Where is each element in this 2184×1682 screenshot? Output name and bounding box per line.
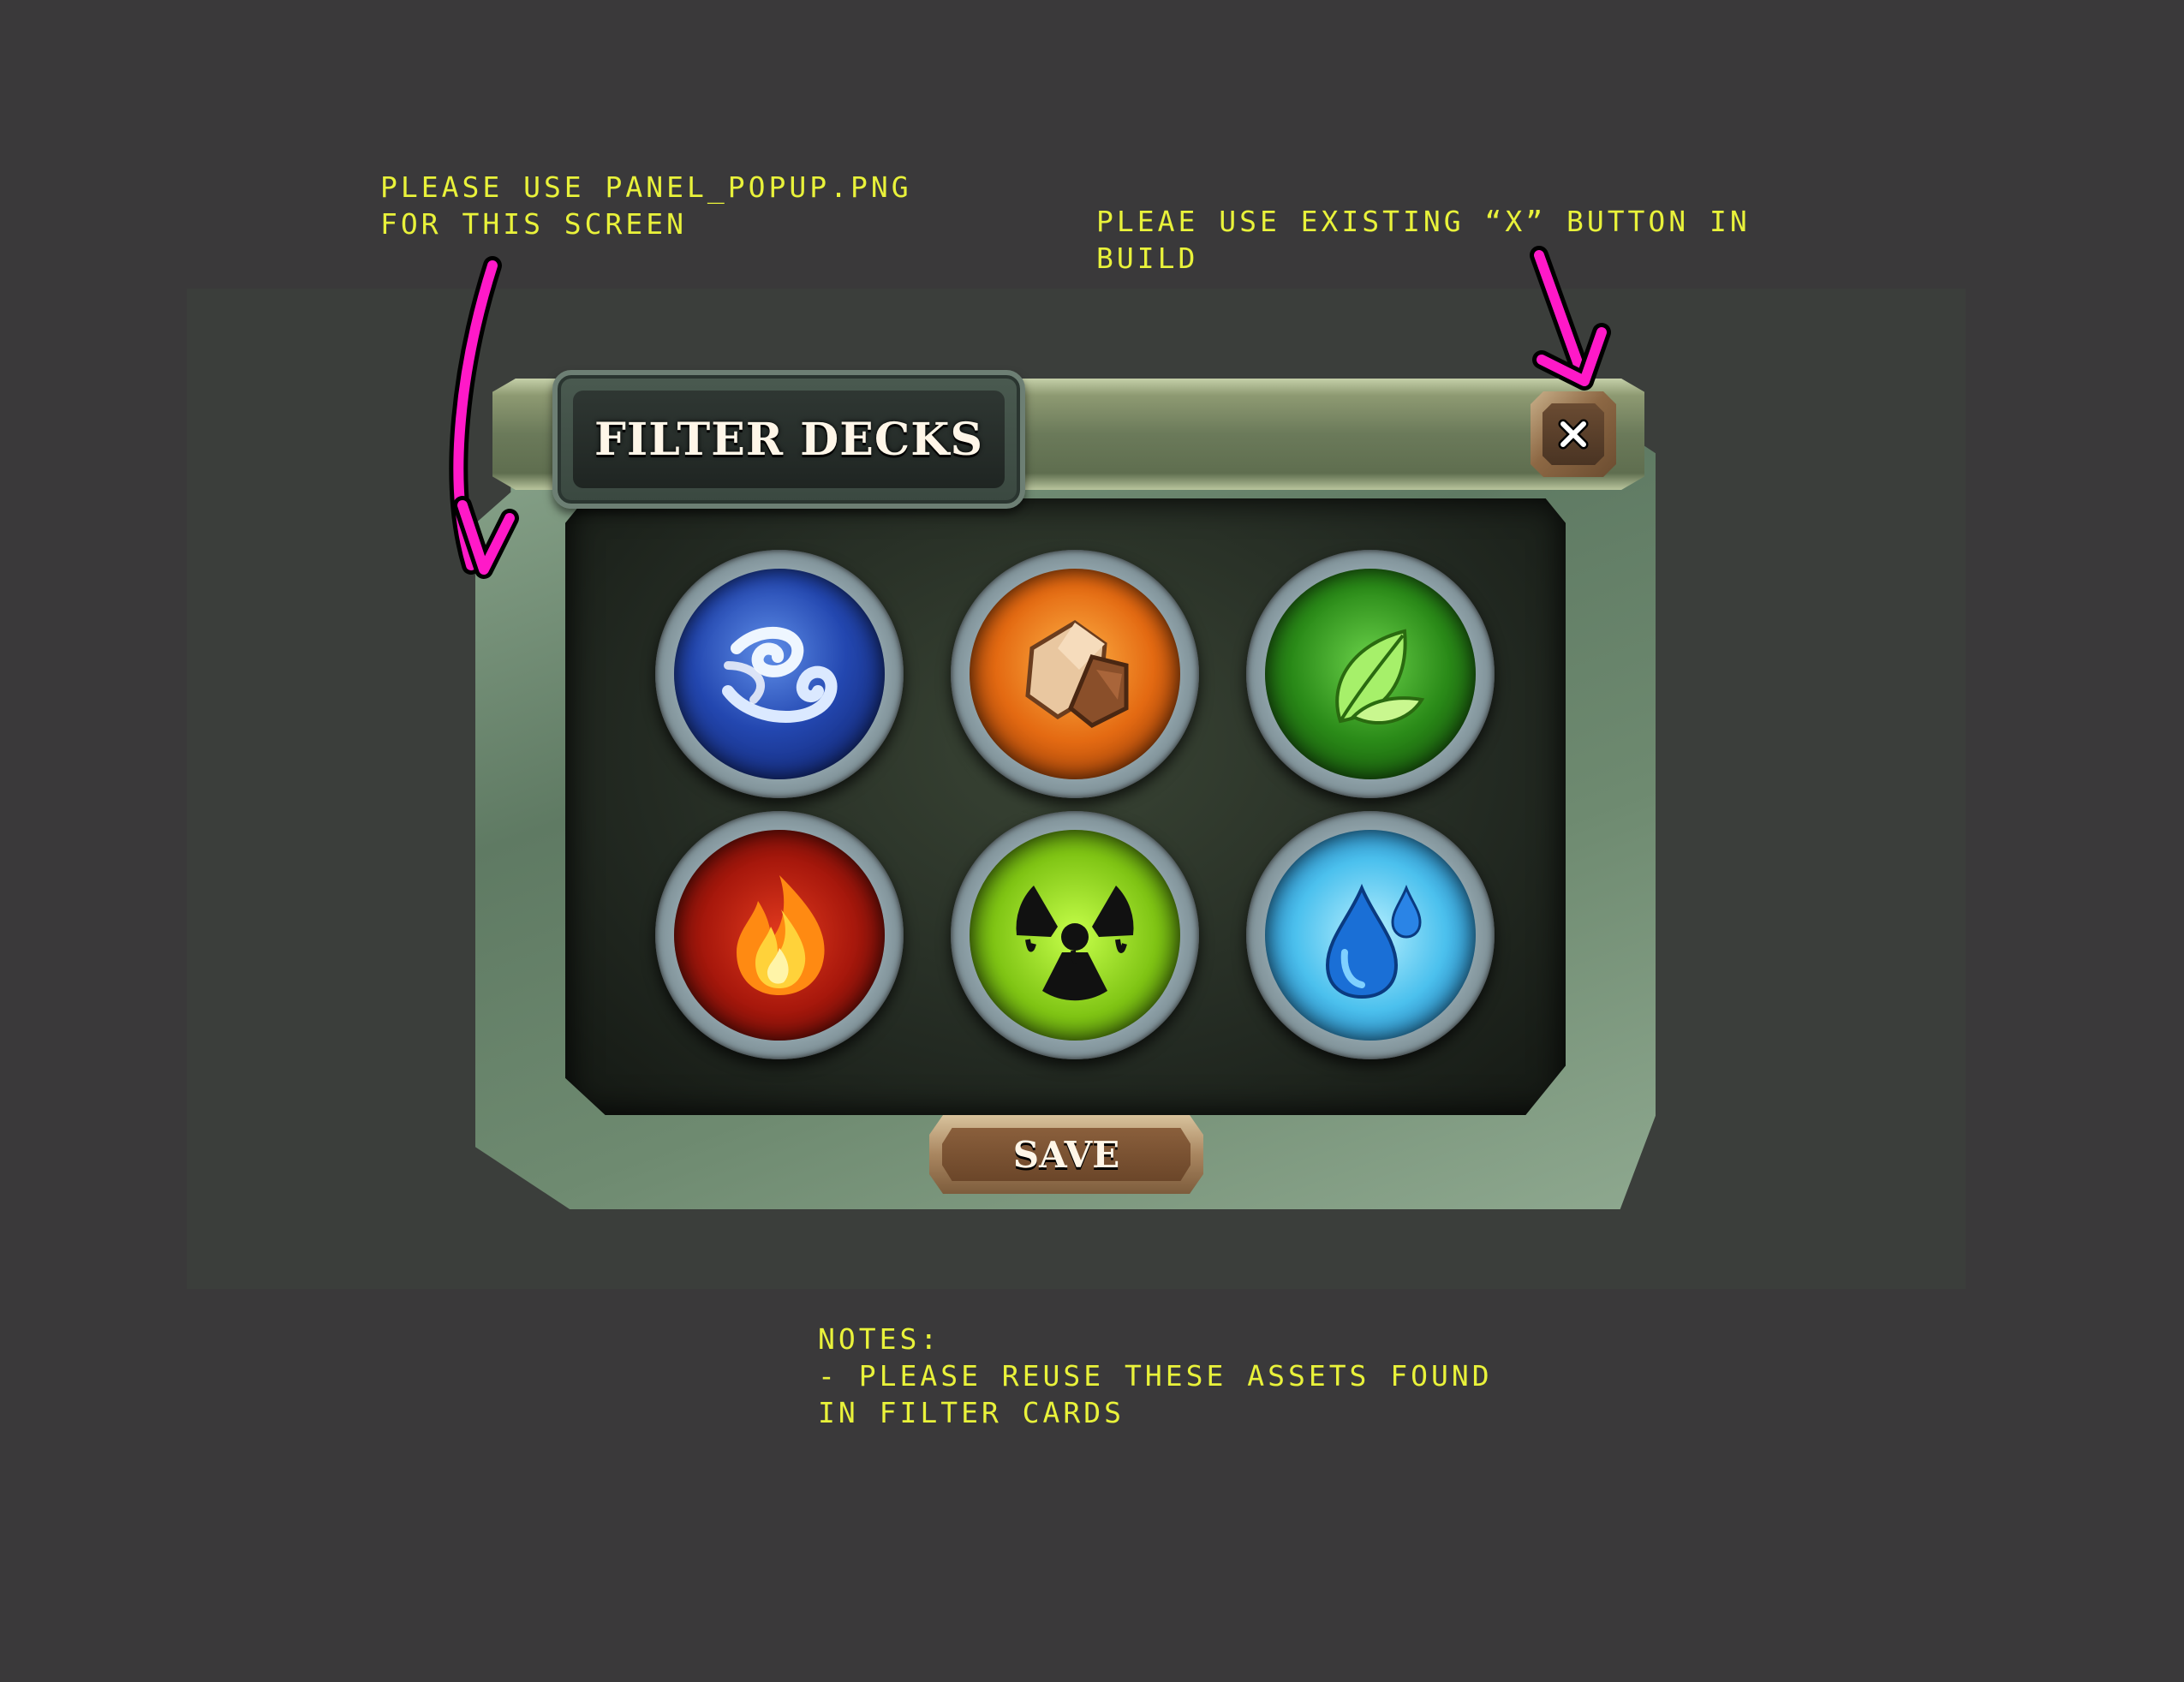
nature-icon <box>1265 569 1476 779</box>
filter-earth-button[interactable] <box>951 550 1199 798</box>
filter-radiation-button[interactable] <box>951 811 1199 1059</box>
filter-water-button[interactable] <box>1246 811 1495 1059</box>
annotation-notes: NOTES: - PLEASE REUSE THESE ASSETS FOUND… <box>818 1322 1493 1429</box>
water-icon <box>1265 830 1476 1041</box>
radiation-icon <box>970 830 1180 1041</box>
earth-icon <box>970 569 1180 779</box>
filter-decks-dialog: FILTER DECKS SAVE <box>475 370 1656 1209</box>
annotation-panel-note: PLEASE USE PANEL_POPUP.PNG FOR THIS SCRE… <box>380 170 912 241</box>
filter-nature-button[interactable] <box>1246 550 1495 798</box>
fire-icon <box>674 830 885 1041</box>
save-button-label: SAVE <box>1012 1133 1120 1176</box>
annotation-close-button-note: PLEAE USE EXISTING “X” BUTTON IN BUILD <box>1096 205 1751 275</box>
filter-air-button[interactable] <box>655 550 904 798</box>
air-icon <box>674 569 885 779</box>
save-button[interactable]: SAVE <box>929 1115 1203 1194</box>
close-icon <box>1558 419 1589 450</box>
filter-fire-button[interactable] <box>655 811 904 1059</box>
dialog-title: FILTER DECKS <box>594 413 984 466</box>
close-button[interactable] <box>1531 391 1616 477</box>
title-plate: FILTER DECKS <box>552 370 1025 509</box>
